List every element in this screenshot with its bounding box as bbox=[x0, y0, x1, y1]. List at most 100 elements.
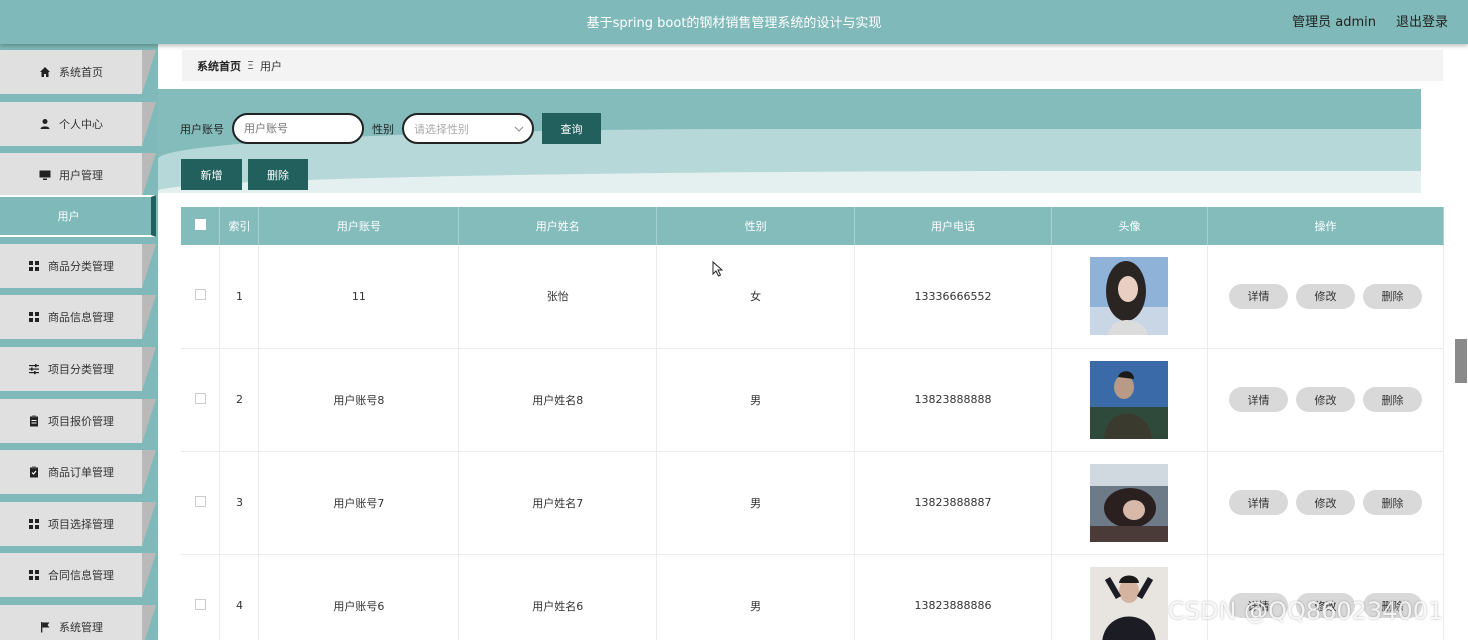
account-search-input[interactable] bbox=[232, 113, 364, 144]
sidebar: 系统首页 个人中心 用户管理 用户 商品分类管理 商品信息管理 项目分类管理 项… bbox=[0, 44, 158, 640]
chevron-down-icon bbox=[514, 122, 524, 135]
monitor-icon bbox=[39, 169, 51, 181]
index-cell: 3 bbox=[219, 451, 260, 555]
sidebar-item-project-category[interactable]: 项目分类管理 bbox=[0, 347, 156, 391]
avatar[interactable] bbox=[1090, 257, 1169, 336]
app-title: 基于spring boot的钢材销售管理系统的设计与实现 bbox=[586, 16, 882, 31]
sidebar-item-project-selection[interactable]: 项目选择管理 bbox=[0, 502, 156, 546]
sidebar-item-label: 个人中心 bbox=[59, 118, 103, 131]
edit-button[interactable]: 修改 bbox=[1295, 387, 1355, 412]
sidebar-item-label: 商品订单管理 bbox=[48, 466, 114, 479]
gender-cell: 男 bbox=[656, 451, 856, 555]
detail-button[interactable]: 详情 bbox=[1228, 283, 1288, 309]
gender-cell: 男 bbox=[656, 554, 856, 640]
sidebar-item-label: 项目选择管理 bbox=[48, 518, 114, 531]
gender-select[interactable]: 请选择性别 bbox=[402, 113, 534, 144]
sidebar-item-label: 商品分类管理 bbox=[48, 260, 114, 273]
edit-button[interactable]: 修改 bbox=[1295, 283, 1355, 309]
account-cell: 11 bbox=[258, 245, 460, 349]
breadcrumb-current: 用户 bbox=[259, 59, 282, 73]
breadcrumb: 系统首页 Ξ 用户 bbox=[182, 50, 1443, 81]
account-label: 用户账号 bbox=[180, 122, 224, 136]
column-header: 操作 bbox=[1207, 207, 1445, 245]
sidebar-item-label: 合同信息管理 bbox=[48, 569, 114, 582]
grid-icon bbox=[28, 569, 40, 581]
column-header: 头像 bbox=[1051, 207, 1208, 245]
row-checkbox[interactable] bbox=[194, 495, 206, 507]
person-icon bbox=[39, 118, 51, 130]
mouse-cursor-icon bbox=[712, 260, 724, 280]
sidebar-item-home[interactable]: 系统首页 bbox=[0, 50, 156, 94]
row-checkbox[interactable] bbox=[194, 289, 206, 301]
sidebar-item-product-info[interactable]: 商品信息管理 bbox=[0, 295, 156, 339]
home-icon bbox=[39, 66, 51, 78]
submenu-item-user[interactable]: 用户 bbox=[0, 195, 156, 237]
batch-delete-button[interactable]: 删除 bbox=[248, 159, 308, 190]
select-all-cell[interactable] bbox=[181, 207, 221, 245]
phone-cell: 13336666552 bbox=[854, 245, 1052, 349]
search-row: 用户账号 性别 请选择性别 查询 bbox=[180, 113, 601, 144]
select-all-checkbox[interactable] bbox=[194, 219, 206, 230]
row-checkbox[interactable] bbox=[194, 598, 206, 610]
column-header: 用户电话 bbox=[854, 207, 1052, 245]
table-row: 2 用户账号8 用户姓名8 男 13823888888 详情 修改 删除 bbox=[181, 348, 1445, 452]
name-cell: 张怡 bbox=[458, 245, 658, 349]
index-cell: 1 bbox=[219, 245, 260, 349]
sidebar-item-label: 系统管理 bbox=[59, 621, 103, 634]
top-header: 基于spring boot的钢材销售管理系统的设计与实现 管理员 admin 退… bbox=[0, 0, 1468, 44]
table-header-row: 索引 用户账号 用户姓名 性别 用户电话 头像 操作 bbox=[181, 207, 1445, 245]
sidebar-item-label: 商品信息管理 bbox=[48, 311, 114, 324]
sidebar-item-product-category[interactable]: 商品分类管理 bbox=[0, 244, 156, 288]
grid-icon bbox=[28, 311, 40, 323]
current-user: 管理员 admin bbox=[1292, 15, 1376, 30]
gender-cell: 女 bbox=[656, 245, 856, 349]
avatar[interactable] bbox=[1090, 463, 1169, 542]
add-button[interactable]: 新增 bbox=[181, 159, 242, 190]
user-table: 索引 用户账号 用户姓名 性别 用户电话 头像 操作 1 11 张怡 女 133… bbox=[181, 207, 1445, 640]
breadcrumb-home[interactable]: 系统首页 bbox=[197, 58, 241, 74]
watermark: CSDN @QQ860234001 bbox=[1168, 597, 1444, 625]
name-cell: 用户姓名6 bbox=[458, 554, 658, 640]
delete-button[interactable]: 删除 bbox=[1362, 490, 1422, 515]
query-button[interactable]: 查询 bbox=[542, 113, 601, 144]
sidebar-item-project-quote[interactable]: 项目报价管理 bbox=[0, 399, 156, 443]
gender-select-placeholder: 请选择性别 bbox=[414, 122, 469, 136]
sidebar-item-user-management[interactable]: 用户管理 bbox=[0, 153, 156, 197]
avatar[interactable] bbox=[1090, 360, 1169, 439]
vertical-scrollbar-thumb[interactable] bbox=[1455, 339, 1467, 383]
flag-icon bbox=[39, 621, 51, 633]
sidebar-item-label: 系统首页 bbox=[59, 66, 103, 79]
detail-button[interactable]: 详情 bbox=[1228, 490, 1288, 515]
phone-cell: 13823888886 bbox=[854, 554, 1052, 640]
grid-icon bbox=[28, 260, 40, 272]
sliders-icon bbox=[28, 363, 40, 375]
account-cell: 用户账号7 bbox=[258, 451, 460, 555]
breadcrumb-separator: Ξ bbox=[247, 59, 254, 72]
delete-button[interactable]: 删除 bbox=[1362, 283, 1422, 309]
avatar[interactable] bbox=[1090, 566, 1169, 640]
sidebar-item-product-order[interactable]: 商品订单管理 bbox=[0, 450, 156, 494]
account-cell: 用户账号8 bbox=[258, 348, 460, 452]
sidebar-item-profile[interactable]: 个人中心 bbox=[0, 102, 156, 146]
column-header: 性别 bbox=[656, 207, 856, 245]
edit-button[interactable]: 修改 bbox=[1295, 490, 1355, 515]
sidebar-item-contract-info[interactable]: 合同信息管理 bbox=[0, 553, 156, 597]
detail-button[interactable]: 详情 bbox=[1228, 387, 1288, 412]
delete-button[interactable]: 删除 bbox=[1362, 387, 1422, 412]
sidebar-item-system-management[interactable]: 系统管理 bbox=[0, 605, 156, 640]
sidebar-item-label: 用户管理 bbox=[59, 169, 103, 182]
account-cell: 用户账号6 bbox=[258, 554, 460, 640]
phone-cell: 13823888887 bbox=[854, 451, 1052, 555]
logout-link[interactable]: 退出登录 bbox=[1396, 11, 1448, 30]
phone-cell: 13823888888 bbox=[854, 348, 1052, 452]
index-cell: 4 bbox=[219, 554, 260, 640]
clipboard-icon bbox=[28, 415, 40, 427]
clipboard-check-icon bbox=[28, 466, 40, 478]
column-header: 索引 bbox=[219, 207, 260, 245]
row-checkbox[interactable] bbox=[194, 392, 206, 404]
column-header: 用户账号 bbox=[258, 207, 460, 245]
grid-icon bbox=[28, 518, 40, 530]
index-cell: 2 bbox=[219, 348, 260, 452]
sidebar-item-label: 项目报价管理 bbox=[48, 415, 114, 428]
table-row: 1 11 张怡 女 13336666552 详情 修改 删除 bbox=[181, 245, 1445, 349]
